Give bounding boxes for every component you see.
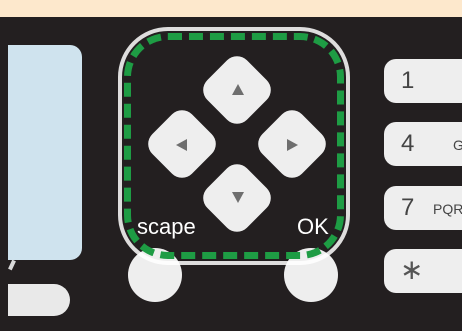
key-letters: G [453,137,462,153]
key-1[interactable]: 1 [384,59,462,103]
asterisk-icon: ∗ [400,254,424,285]
lcd-screen [8,45,82,260]
ok-label: OK [297,214,329,239]
key-number: 4 [401,130,415,157]
left-panel-button[interactable] [8,284,70,316]
key-4[interactable]: 4 G [384,122,462,166]
key-number: 7 [401,194,415,221]
escape-label: scape [137,214,196,239]
key-number: 1 [401,67,415,94]
key-letters: PQR [433,201,462,217]
key-star[interactable]: ∗ [384,249,462,293]
key-7[interactable]: 7 PQR [384,186,462,230]
